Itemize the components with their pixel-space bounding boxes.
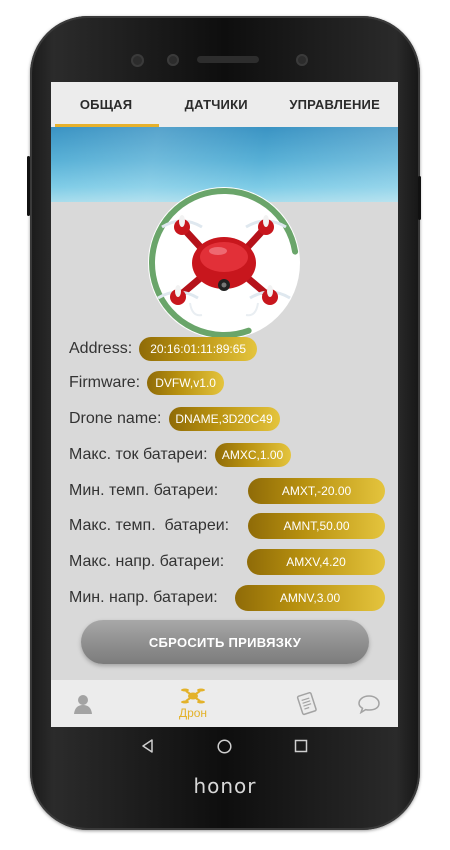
max-voltage-row: Макс. напр. батареи: <box>69 549 231 575</box>
max-temp-value: AMNT,50.00 <box>248 513 385 539</box>
max-voltage-label: Макс. напр. батареи: <box>69 553 225 570</box>
min-temp-row: Мин. темп. батареи: <box>69 478 225 504</box>
max-temp-label: Макс. темп. батареи: <box>69 517 230 534</box>
back-icon[interactable] <box>141 739 155 753</box>
tab-sensors[interactable]: ДАТЧИКИ <box>161 82 271 127</box>
brand-logo: honor <box>193 774 257 798</box>
drone-icon <box>181 688 205 704</box>
address-row: Address: 20:16:01:11:89:65 <box>69 336 258 362</box>
volume-button <box>27 156 30 216</box>
max-temp-row: Макс. темп. батареи: <box>69 513 236 539</box>
max-current-row: Макс. ток батареи: AMXC,1.00 <box>69 442 291 468</box>
earpiece-speaker <box>197 56 259 63</box>
min-voltage-value: AMNV,3.00 <box>235 585 385 611</box>
drone-name-row: Drone name: DNAME,3D20C49 <box>69 406 280 432</box>
max-voltage-value: AMXV,4.20 <box>247 549 385 575</box>
min-temp-value: AMXT,-20.00 <box>248 478 385 504</box>
tab-bar: ОБЩАЯ ДАТЧИКИ УПРАВЛЕНИЕ <box>51 82 398 127</box>
person-icon <box>74 694 92 714</box>
max-current-value: AMXC,1.00 <box>214 443 291 467</box>
drone-avatar <box>148 187 300 339</box>
chat-bubble-icon <box>358 694 380 714</box>
drone-name-label: Drone name: <box>69 410 162 427</box>
firmware-value: DVFW,v1.0 <box>147 371 225 395</box>
nav-drone[interactable]: Дрон <box>163 680 223 727</box>
firmware-label: Firmware: <box>69 374 141 391</box>
app-screen: ОБЩАЯ ДАТЧИКИ УПРАВЛЕНИЕ Address: 20:16:… <box>51 82 398 727</box>
sensor-icon <box>296 54 308 66</box>
drone-name-value: DNAME,3D20C49 <box>168 407 280 431</box>
front-camera-icon <box>131 54 144 67</box>
nav-chat[interactable] <box>351 680 387 727</box>
home-icon[interactable] <box>217 739 232 754</box>
tab-control[interactable]: УПРАВЛЕНИЕ <box>271 82 398 127</box>
tab-general[interactable]: ОБЩАЯ <box>51 82 161 127</box>
nav-profile[interactable] <box>65 680 101 727</box>
document-icon <box>296 691 317 715</box>
address-value: 20:16:01:11:89:65 <box>139 337 258 361</box>
system-nav-bar <box>51 727 398 765</box>
nav-log[interactable] <box>289 680 325 727</box>
address-label: Address: <box>69 340 133 357</box>
recents-icon[interactable] <box>294 739 308 753</box>
min-temp-label: Мин. темп. батареи: <box>69 482 219 499</box>
min-voltage-label: Мин. напр. батареи: <box>69 589 218 606</box>
power-button <box>418 176 421 220</box>
reset-binding-button[interactable]: СБРОСИТЬ ПРИВЯЗКУ <box>81 620 369 664</box>
bottom-nav: Дрон <box>51 680 398 727</box>
firmware-row: Firmware: DVFW,v1.0 <box>69 370 225 396</box>
max-current-label: Макс. ток батареи: <box>69 446 208 463</box>
sensor-icon <box>167 54 179 66</box>
nav-drone-label: Дрон <box>178 706 208 720</box>
min-voltage-row: Мин. напр. батареи: <box>69 585 225 611</box>
